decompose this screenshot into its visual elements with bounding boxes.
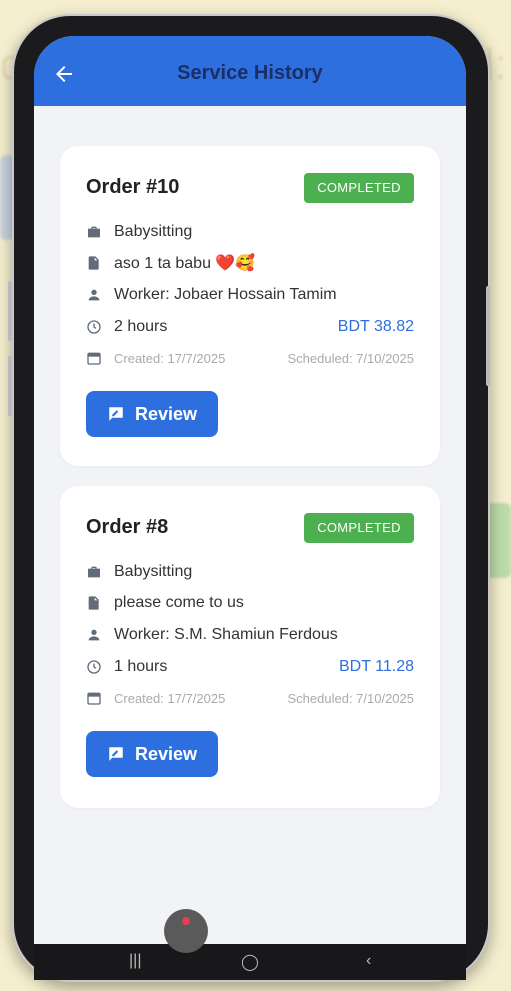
service-row: Babysitting [86, 561, 192, 583]
app-bar: Service History [34, 36, 466, 106]
order-card: Order #10 COMPLETED Babysitting aso 1 ta… [60, 146, 440, 466]
floating-action-button[interactable] [164, 909, 208, 953]
created-date: Created: 17/7/2025 [114, 690, 226, 706]
phone-frame: Service History Order #10 COMPLETED Baby… [8, 14, 490, 982]
system-nav-bar: ||| ◯ ‹ [34, 944, 466, 980]
created-row: Created: 17/7/2025 [86, 347, 225, 369]
worker-name: Worker: S.M. Shamiun Ferdous [114, 626, 338, 643]
side-button [8, 356, 12, 416]
order-number: Order #10 [86, 176, 180, 198]
status-badge: COMPLETED [304, 513, 414, 543]
worker-name: Worker: Jobaer Hossain Tamim [114, 286, 337, 303]
recents-button[interactable]: ||| [129, 952, 141, 970]
review-label: Review [134, 403, 198, 424]
app-screen: Service History Order #10 COMPLETED Baby… [34, 36, 466, 944]
side-button [8, 281, 12, 341]
duration: 1 hours [114, 658, 168, 675]
created-date: Created: 17/7/2025 [114, 350, 226, 366]
order-note: please come to us [114, 594, 244, 611]
calendar-icon [87, 692, 101, 705]
back-button[interactable]: ‹ [366, 952, 371, 970]
duration: 2 hours [114, 318, 168, 335]
clock-icon [87, 660, 101, 674]
briefcase-icon [88, 226, 100, 238]
scheduled-date: Scheduled: 7/10/2025 [287, 691, 415, 706]
order-price: BDT 11.28 [338, 658, 414, 675]
review-button[interactable]: Review [86, 731, 218, 777]
clock-icon [87, 320, 101, 334]
home-button[interactable]: ◯ [241, 952, 259, 972]
review-button[interactable]: Review [86, 391, 218, 437]
side-button [486, 286, 490, 386]
order-note: aso 1 ta babu ❤️🥰 [114, 255, 256, 272]
order-number: Order #8 [86, 516, 169, 538]
document-icon [88, 256, 99, 270]
service-name: Babysitting [114, 563, 193, 580]
scheduled-date: Scheduled: 7/10/2025 [287, 351, 415, 366]
duration-row: 1 hours [86, 656, 167, 678]
person-icon [88, 289, 100, 301]
order-price: BDT 38.82 [337, 318, 414, 335]
duration-row: 2 hours [86, 316, 167, 338]
service-name: Babysitting [114, 223, 193, 240]
calendar-icon [87, 352, 101, 365]
worker-row: Worker: Jobaer Hossain Tamim [86, 284, 337, 306]
service-row: Babysitting [86, 221, 192, 243]
notification-dot [182, 917, 190, 925]
order-card: Order #8 COMPLETED Babysitting please co… [60, 486, 440, 808]
review-label: Review [134, 743, 198, 764]
rate-review-icon [109, 407, 123, 421]
note-row: please come to us [86, 592, 244, 614]
background-chip [487, 503, 511, 578]
rate-review-icon [109, 747, 123, 761]
created-row: Created: 17/7/2025 [86, 687, 225, 709]
page-title: Service History [177, 62, 323, 84]
note-row: aso 1 ta babu ❤️🥰 [86, 252, 255, 274]
person-icon [88, 629, 100, 641]
status-badge: COMPLETED [304, 173, 414, 203]
briefcase-icon [88, 566, 100, 578]
document-icon [88, 596, 99, 610]
worker-row: Worker: S.M. Shamiun Ferdous [86, 624, 338, 646]
